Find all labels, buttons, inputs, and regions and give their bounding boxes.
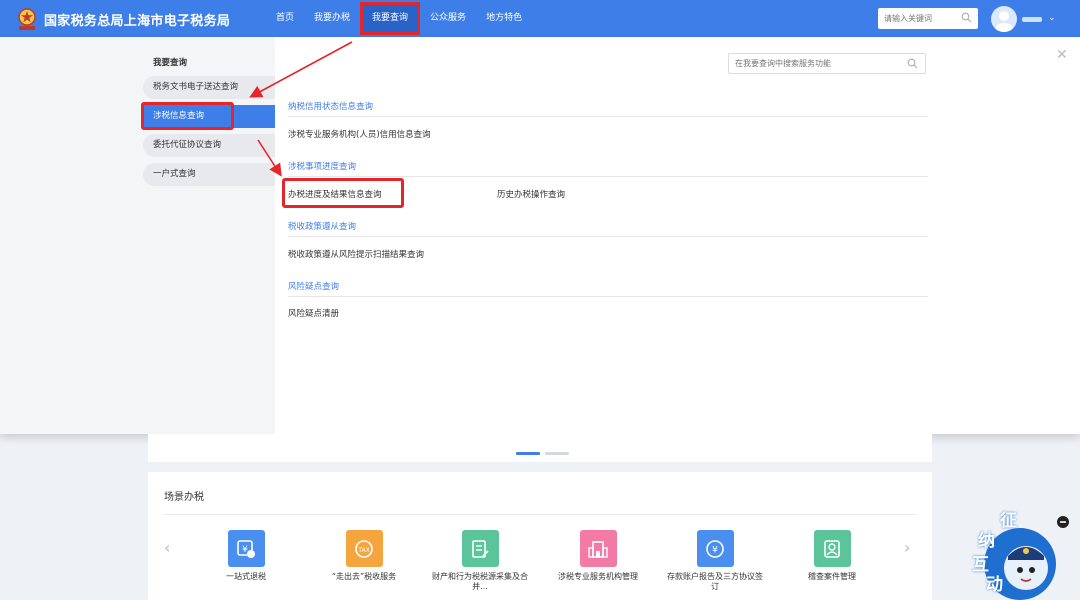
service-property-tax[interactable]: 财产和行为税税源采集及合并...: [430, 530, 530, 592]
service-label: 稽查案件管理: [808, 572, 856, 581]
chevron-right-icon[interactable]: ›: [904, 538, 910, 557]
service-one-stop-refund[interactable]: ¥ 一站式退税: [196, 530, 296, 582]
divider: [164, 514, 916, 515]
carousel-dot-active[interactable]: [516, 452, 540, 455]
interactive-mascot-widget[interactable]: 纳 征 互 动: [970, 511, 1070, 600]
inspection-icon: [813, 530, 851, 567]
service-inspection-case[interactable]: 稽查案件管理: [782, 530, 882, 582]
service-agency-management[interactable]: 涉税专业服务机构管理: [548, 530, 648, 582]
carousel-card: [148, 434, 932, 462]
service-deposit-account[interactable]: ¥ 存款账户报告及三方协议签订: [665, 530, 765, 592]
mascot-char: 动: [986, 575, 1003, 595]
chevron-left-icon[interactable]: ‹: [164, 538, 170, 557]
service-label: 存款账户报告及三方协议签订: [667, 572, 763, 591]
arrow-to-progress-query: [257, 139, 282, 177]
tax-globe-icon: TAX: [345, 530, 383, 567]
mascot-char: 纳: [978, 531, 995, 551]
scene-title: 场景办税: [164, 492, 204, 503]
service-label: 涉税专业服务机构管理: [558, 572, 638, 581]
service-label: 财产和行为税税源采集及合并...: [432, 572, 528, 591]
svg-text:TAX: TAX: [357, 547, 369, 554]
building-icon: [579, 530, 617, 567]
deposit-icon: ¥: [696, 530, 734, 567]
service-label: 一站式退税: [226, 572, 266, 581]
refund-icon: ¥: [227, 530, 265, 567]
carousel-dot[interactable]: [545, 452, 569, 455]
svg-text:¥: ¥: [712, 545, 718, 555]
arrow-to-sidebar: [249, 41, 353, 98]
mascot-char: 征: [1000, 511, 1017, 531]
scene-tax-card: 场景办税 ‹ › ¥ 一站式退税 TAX “走出去”税收服务 财产和行为税税源采…: [148, 472, 932, 600]
service-going-global[interactable]: TAX “走出去”税收服务: [314, 530, 414, 582]
service-label: “走出去”税收服务: [331, 572, 397, 581]
property-tax-icon: [461, 530, 499, 567]
